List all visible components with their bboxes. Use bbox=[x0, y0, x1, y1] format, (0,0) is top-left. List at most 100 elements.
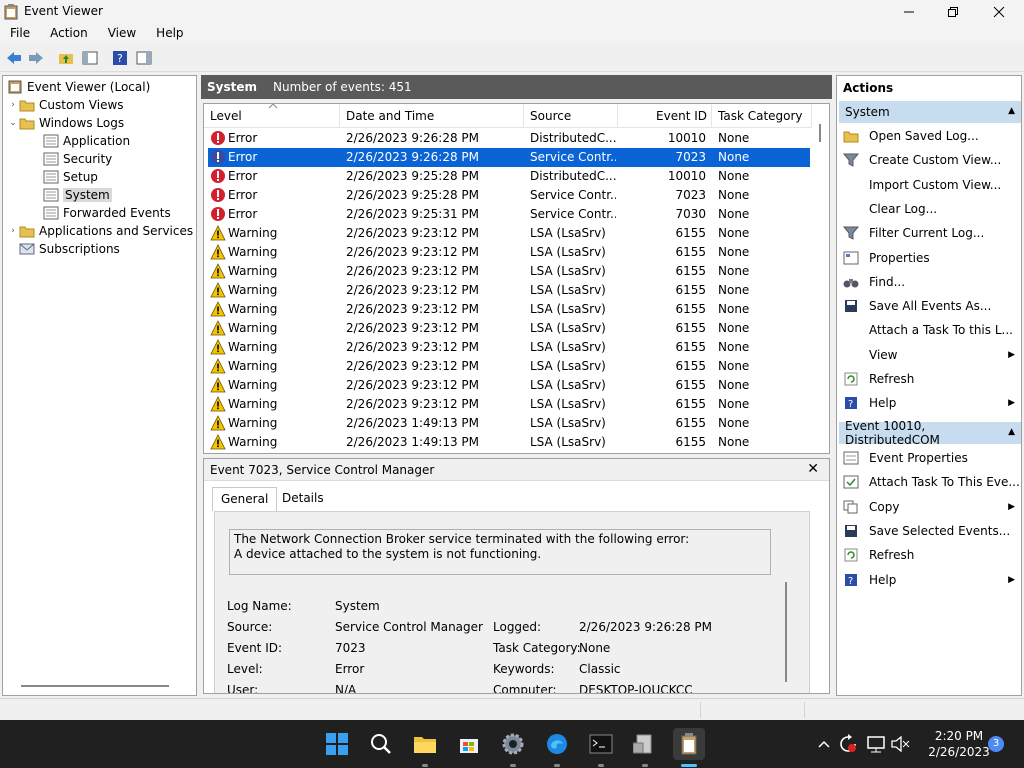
computer-value: DESKTOP-IOUCKCC bbox=[579, 683, 693, 694]
expand-chevron-icon[interactable]: › bbox=[7, 100, 19, 110]
event-row[interactable]: Warning 2/26/2023 9:23:12 PM LSA (LsaSrv) 6… bbox=[208, 395, 810, 414]
cell-event-id: 6155 bbox=[675, 435, 706, 449]
tray-volume-button[interactable] bbox=[890, 734, 910, 754]
menu-help[interactable]: Help bbox=[146, 24, 193, 44]
collapse-chevron-icon[interactable]: ⌄ bbox=[7, 118, 19, 128]
tree-horizontal-scrollbar[interactable] bbox=[21, 685, 169, 687]
expand-chevron-icon[interactable]: › bbox=[7, 226, 19, 236]
event-row[interactable]: Warning 2/26/2023 9:23:12 PM LSA (LsaSrv) 6… bbox=[208, 338, 810, 357]
cell-event-id: 10010 bbox=[667, 169, 706, 183]
event-row[interactable]: Error 2/26/2023 9:26:28 PM Service Contr..… bbox=[208, 148, 810, 167]
terminal-button[interactable] bbox=[585, 728, 617, 760]
action-filter-current-log[interactable]: Filter Current Log... bbox=[839, 222, 1021, 244]
event-viewer-taskbar-button[interactable] bbox=[673, 728, 705, 760]
event-row[interactable]: Warning 2/26/2023 9:23:12 PM LSA (LsaSrv) 6… bbox=[208, 243, 810, 262]
column-header-source[interactable]: Source bbox=[524, 104, 618, 128]
action-open-saved-log[interactable]: Open Saved Log... bbox=[839, 125, 1021, 147]
event-row[interactable]: Warning 2/26/2023 9:23:12 PM LSA (LsaSrv) 6… bbox=[208, 300, 810, 319]
detail-close-button[interactable]: ✕ bbox=[807, 461, 819, 477]
tree-item-application[interactable]: Application bbox=[43, 132, 130, 150]
tree-item-subscriptions[interactable]: Subscriptions bbox=[19, 240, 120, 258]
close-window-button[interactable] bbox=[976, 0, 1022, 24]
cell-task-category: None bbox=[718, 283, 750, 297]
column-header-date[interactable]: Date and Time bbox=[340, 104, 524, 128]
action-help[interactable]: ? Help ▶ bbox=[839, 392, 1021, 414]
event-row[interactable]: Error 2/26/2023 9:25:28 PM Service Contr..… bbox=[208, 186, 810, 205]
action-save-selected-events[interactable]: Save Selected Events... bbox=[839, 520, 1021, 542]
action-refresh-event[interactable]: Refresh bbox=[839, 544, 1021, 566]
action-view[interactable]: View ▶ bbox=[839, 344, 1021, 366]
event-row[interactable]: Warning 2/26/2023 9:23:12 PM LSA (LsaSrv) 6… bbox=[208, 224, 810, 243]
search-button[interactable] bbox=[365, 728, 397, 760]
event-row[interactable]: Error 2/26/2023 9:25:28 PM DistributedC...… bbox=[208, 167, 810, 186]
forward-button[interactable] bbox=[26, 49, 46, 67]
tab-general[interactable]: General bbox=[212, 487, 278, 511]
tree-item-custom-views[interactable]: › Custom Views bbox=[7, 96, 123, 114]
show-hidden-icons-button[interactable] bbox=[814, 734, 834, 754]
show-hide-action-pane-button[interactable] bbox=[134, 49, 154, 67]
edge-browser-button[interactable] bbox=[541, 728, 573, 760]
column-header-event-id[interactable]: Event ID bbox=[618, 104, 712, 128]
tab-details[interactable]: Details bbox=[274, 487, 332, 511]
server-manager-button[interactable] bbox=[629, 728, 661, 760]
action-icon-slot: ? bbox=[843, 572, 859, 588]
tray-update-icon-button[interactable] bbox=[838, 734, 858, 754]
taskbar-clock[interactable]: 2:20 PM 2/26/2023 bbox=[920, 728, 998, 760]
menu-view[interactable]: View bbox=[98, 24, 146, 44]
action-attach-task-to-event[interactable]: Attach Task To This Eve... bbox=[839, 471, 1021, 493]
help-toolbar-button[interactable]: ? bbox=[110, 49, 130, 67]
event-row[interactable]: Warning 2/26/2023 1:49:13 PM LSA (LsaSrv) 6… bbox=[208, 414, 810, 433]
tree-item-apps-and-services[interactable]: › Applications and Services Lo bbox=[7, 222, 196, 240]
level-label: Level: bbox=[227, 662, 263, 676]
tray-network-button[interactable] bbox=[866, 734, 886, 754]
event-row[interactable]: Warning 2/26/2023 9:23:12 PM LSA (LsaSrv) 6… bbox=[208, 357, 810, 376]
tree-item-windows-logs[interactable]: ⌄ Windows Logs bbox=[7, 114, 124, 132]
action-import-custom-view[interactable]: Import Custom View... bbox=[839, 174, 1021, 196]
restore-button[interactable] bbox=[930, 0, 976, 24]
actions-section-system[interactable]: System ▲ bbox=[839, 101, 1021, 123]
cell-source: LSA (LsaSrv) bbox=[530, 340, 606, 354]
menu-file[interactable]: File bbox=[0, 24, 40, 44]
store-button[interactable] bbox=[453, 728, 485, 760]
event-row[interactable]: Warning 2/26/2023 1:49:13 PM LSA (LsaSrv) 6… bbox=[208, 433, 810, 452]
grid-vertical-scrollbar[interactable] bbox=[819, 124, 821, 142]
minimize-button[interactable] bbox=[886, 0, 932, 24]
action-clear-log[interactable]: Clear Log... bbox=[839, 198, 1021, 220]
cell-source: LSA (LsaSrv) bbox=[530, 264, 606, 278]
subscriptions-icon bbox=[19, 243, 35, 255]
cell-date: 2/26/2023 9:23:12 PM bbox=[346, 321, 480, 335]
action-find[interactable]: Find... bbox=[839, 271, 1021, 293]
settings-button[interactable] bbox=[497, 728, 529, 760]
event-row[interactable]: Warning 2/26/2023 9:23:12 PM LSA (LsaSrv) 6… bbox=[208, 319, 810, 338]
notification-badge[interactable]: 3 bbox=[988, 736, 1004, 752]
start-button[interactable] bbox=[321, 728, 353, 760]
event-row[interactable]: Warning 2/26/2023 9:23:12 PM LSA (LsaSrv) 6… bbox=[208, 376, 810, 395]
menu-action[interactable]: Action bbox=[40, 24, 98, 44]
actions-section-event[interactable]: Event 10010, DistributedCOM ▲ bbox=[839, 419, 1021, 447]
event-row[interactable]: Error 2/26/2023 9:25:31 PM Service Contr..… bbox=[208, 205, 810, 224]
action-copy[interactable]: Copy ▶ bbox=[839, 496, 1021, 518]
tree-item-system[interactable]: System bbox=[43, 186, 112, 204]
action-refresh[interactable]: Refresh bbox=[839, 368, 1021, 390]
file-explorer-button[interactable] bbox=[409, 728, 441, 760]
action-save-all-events[interactable]: Save All Events As... bbox=[839, 295, 1021, 317]
action-event-properties[interactable]: Event Properties bbox=[839, 447, 1021, 469]
event-message[interactable]: The Network Connection Broker service te… bbox=[229, 529, 771, 575]
event-row[interactable]: Error 2/26/2023 9:26:28 PM DistributedC...… bbox=[208, 129, 810, 148]
tree-item-setup[interactable]: Setup bbox=[43, 168, 98, 186]
tree-item-root[interactable]: Event Viewer (Local) bbox=[5, 78, 150, 96]
action-icon-slot bbox=[843, 474, 859, 490]
event-row[interactable]: Warning 2/26/2023 9:23:12 PM LSA (LsaSrv) 6… bbox=[208, 281, 810, 300]
tree-item-forwarded-events[interactable]: Forwarded Events bbox=[43, 204, 171, 222]
back-button[interactable] bbox=[4, 49, 24, 67]
column-header-task-category[interactable]: Task Category bbox=[712, 104, 812, 128]
event-row[interactable]: Warning 2/26/2023 9:23:12 PM LSA (LsaSrv) 6… bbox=[208, 262, 810, 281]
action-attach-task-to-log[interactable]: Attach a Task To this L... bbox=[839, 319, 1021, 341]
action-create-custom-view[interactable]: Create Custom View... bbox=[839, 149, 1021, 171]
show-hide-tree-button[interactable] bbox=[80, 49, 100, 67]
action-properties[interactable]: Properties bbox=[839, 247, 1021, 269]
detail-vertical-scrollbar[interactable] bbox=[785, 582, 787, 682]
up-folder-button[interactable] bbox=[56, 49, 76, 67]
action-help-event[interactable]: ? Help ▶ bbox=[839, 569, 1021, 591]
tree-item-security[interactable]: Security bbox=[43, 150, 112, 168]
